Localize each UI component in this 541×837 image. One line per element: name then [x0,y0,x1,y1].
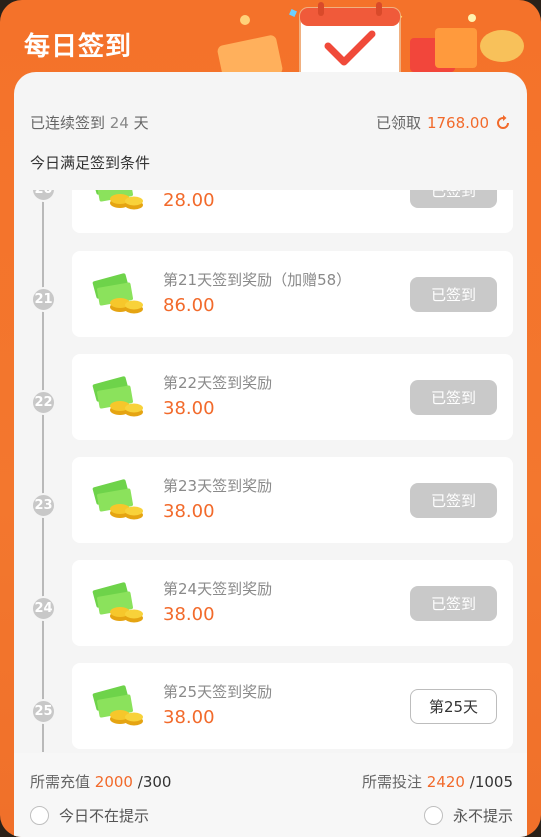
bet-target: /1005 [469,773,513,791]
reward-title: 第22天签到奖励 [163,374,273,392]
checked-in-button[interactable]: 已签到 [410,586,497,621]
checkin-day-button[interactable]: 第25天 [410,689,497,724]
daily-checkin-modal: 每日签到 已连续签到 24 天 已领取 1768.00 今日满足签到条件 20 [0,0,541,837]
radio-hide-today[interactable] [30,806,49,825]
bet-requirement: 所需投注 2420 /1005 [362,771,513,792]
condition-text: 今日满足签到条件 [30,154,151,172]
option-never-show[interactable]: 永不提示 [423,805,513,826]
reward-card: 28.00 已签到 [72,190,513,233]
reward-amount: 38.00 [163,501,215,522]
claimed-amount: 1768.00 [426,113,489,132]
money-stack-icon [92,582,143,623]
reward-card: 第23天签到奖励 38.00 已签到 [72,457,513,543]
streak-days: 24 [109,114,129,132]
radio-never-show[interactable] [423,806,443,825]
checkin-day-list[interactable]: 20 28.00 已签到 21 [14,190,527,752]
streak-suffix: 天 [133,114,149,132]
day-number-badge: 25 [31,699,56,724]
claimed-label: 已领取 [375,114,421,132]
checked-in-button[interactable]: 已签到 [410,483,497,518]
reward-card: 第22天签到奖励 38.00 已签到 [72,354,513,440]
money-stack-icon [92,376,143,417]
money-stack-icon [92,190,143,210]
bet-label: 所需投注 [362,773,423,791]
streak-prefix: 已连续签到 [30,114,106,132]
streak-info: 已连续签到 24 天 [30,112,149,133]
reward-title: 第21天签到奖励（加赠58） [163,271,352,289]
reward-amount: 38.00 [163,707,215,728]
day-number-badge: 23 [31,493,56,518]
recharge-requirement: 所需充值 2000 /300 [30,771,171,792]
list-item-day-24: 24 第24天签到奖励 38.00 已签到 [14,560,527,646]
reward-amount: 38.00 [163,604,215,625]
reward-amount: 28.00 [163,190,215,211]
checked-in-button[interactable]: 已签到 [410,277,497,312]
option-never-show-label: 永不提示 [452,807,513,825]
reward-amount: 38.00 [163,398,215,419]
reward-title: 第25天签到奖励 [163,683,273,701]
reward-card: 第25天签到奖励 38.00 第25天 [72,663,513,749]
day-number-badge: 20 [31,190,56,202]
list-item-day-22: 22 第22天签到奖励 38.00 已签到 [14,354,527,440]
reward-card: 第24天签到奖励 38.00 已签到 [72,560,513,646]
list-item-day-21: 21 第21天签到奖励（加赠58） 86.00 已签到 [14,251,527,337]
money-stack-icon [92,479,143,520]
money-stack-icon [92,685,143,726]
reward-card: 第21天签到奖励（加赠58） 86.00 已签到 [72,251,513,337]
reward-title: 第24天签到奖励 [163,580,273,598]
recharge-current: 2000 [94,773,133,791]
list-item-day-23: 23 第23天签到奖励 38.00 已签到 [14,457,527,543]
reward-title: 第23天签到奖励 [163,477,273,495]
recharge-target: /300 [137,773,172,791]
checkin-panel: 已连续签到 24 天 已领取 1768.00 今日满足签到条件 20 [14,72,527,837]
list-item-day-25: 25 第25天签到奖励 38.00 第25天 [14,663,527,749]
refresh-icon[interactable] [495,114,511,131]
option-hide-today-label: 今日不在提示 [59,807,150,825]
checkin-stats: 已连续签到 24 天 已领取 1768.00 [14,108,527,136]
claimed-info: 已领取 1768.00 [376,112,511,133]
recharge-label: 所需充值 [30,773,91,791]
modal-title: 每日签到 [24,32,133,62]
checked-in-button[interactable]: 已签到 [410,190,497,208]
list-item-day-20: 20 28.00 已签到 [14,190,527,233]
day-number-badge: 24 [31,596,56,621]
money-stack-icon [92,273,143,314]
checkin-footer: 所需充值 2000 /300 所需投注 2420 /1005 今日不在提示 永不… [14,753,527,837]
day-number-badge: 22 [31,390,56,415]
checked-in-button[interactable]: 已签到 [410,380,497,415]
reward-amount: 86.00 [163,295,215,316]
day-number-badge: 21 [31,287,56,312]
bet-current: 2420 [426,773,465,791]
option-hide-today[interactable]: 今日不在提示 [30,805,149,826]
